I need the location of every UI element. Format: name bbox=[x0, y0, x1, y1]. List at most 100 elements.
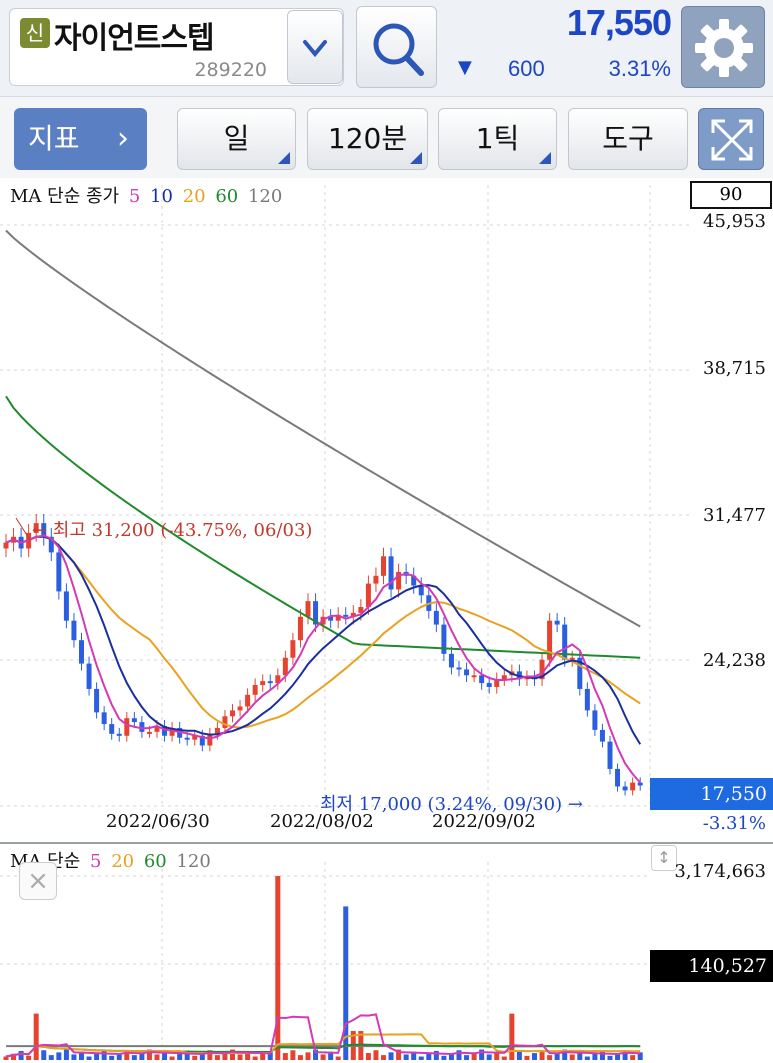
volume-bar bbox=[418, 1056, 424, 1060]
candle-body bbox=[63, 591, 69, 621]
volume-bar bbox=[63, 1049, 69, 1060]
current-price-marker: 17,550 bbox=[650, 778, 773, 810]
date-axis-label: 2022/09/02 bbox=[432, 811, 536, 832]
volume-bar bbox=[33, 1013, 39, 1060]
volume-bars bbox=[3, 876, 643, 1060]
volume-bar bbox=[464, 1055, 470, 1060]
panel-resize-icon[interactable]: ↕ bbox=[651, 845, 677, 871]
zoom-box[interactable]: 90 bbox=[690, 181, 772, 209]
candle-body bbox=[260, 681, 266, 686]
price-axis-label: 31,477 bbox=[703, 505, 766, 526]
candle-body bbox=[305, 601, 311, 617]
current-volume-marker: 140,527 bbox=[650, 950, 773, 982]
search-icon bbox=[373, 23, 424, 76]
volume-bar bbox=[441, 1055, 447, 1060]
dropdown-corner-icon bbox=[278, 152, 290, 164]
candle-body bbox=[86, 663, 92, 689]
candle-body bbox=[101, 712, 107, 725]
candle-body bbox=[343, 614, 349, 617]
fullscreen-button[interactable] bbox=[698, 108, 764, 170]
candle-body bbox=[71, 620, 77, 641]
dropdown-corner-icon bbox=[539, 152, 551, 164]
chevron-right-icon: › bbox=[117, 121, 129, 156]
volume-bar bbox=[486, 1054, 492, 1060]
stock-code: 289220 bbox=[194, 59, 267, 81]
stock-name: 자이언트스텝 bbox=[54, 21, 215, 56]
down-arrow-icon: ▼ bbox=[458, 57, 472, 78]
credit-badge: 신 bbox=[20, 18, 50, 48]
current-price: 17,550 bbox=[566, 2, 672, 43]
volume-bar bbox=[592, 1053, 598, 1060]
candle-body bbox=[418, 585, 424, 596]
settings-button[interactable] bbox=[681, 6, 765, 88]
volume-bar bbox=[388, 1052, 394, 1060]
volume-bar bbox=[335, 1056, 341, 1060]
price-change: 600 bbox=[508, 56, 545, 81]
volume-bar bbox=[516, 1050, 522, 1060]
candle-body bbox=[599, 729, 605, 742]
volume-bar bbox=[532, 1053, 537, 1060]
price-chart[interactable] bbox=[0, 178, 773, 1063]
volume-bar bbox=[320, 1054, 326, 1060]
legend-prefix: MA 단순 종가 bbox=[10, 186, 120, 207]
volume-bar bbox=[101, 1050, 107, 1060]
volume-bar bbox=[297, 1055, 303, 1060]
volume-bar bbox=[26, 1055, 32, 1060]
date-axis-label: 2022/06/30 bbox=[106, 811, 210, 832]
gear-icon bbox=[695, 19, 753, 77]
price-axis-label: 45,953 bbox=[703, 211, 766, 232]
legend-vma20: 20 bbox=[111, 851, 135, 872]
legend-ma10: 10 bbox=[150, 186, 173, 207]
tick-label: 1틱 bbox=[475, 122, 520, 155]
high-pointer bbox=[15, 517, 31, 541]
volume-ma-lines bbox=[5, 1013, 641, 1058]
price-change-pct: 3.31% bbox=[608, 56, 671, 81]
volume-bar bbox=[290, 1050, 296, 1060]
candle-body bbox=[290, 640, 296, 658]
close-volume-panel-button[interactable]: × bbox=[19, 862, 57, 900]
volume-bar bbox=[48, 1055, 54, 1060]
legend-ma120: 120 bbox=[247, 186, 283, 207]
legend-ma20: 20 bbox=[182, 186, 206, 207]
volume-bar bbox=[456, 1050, 462, 1060]
volume-bar bbox=[169, 1056, 175, 1060]
indicator-button[interactable]: 지표 › bbox=[14, 108, 147, 170]
tick-button[interactable]: 1틱 bbox=[438, 108, 557, 170]
candle-body bbox=[615, 768, 621, 787]
period-label: 일 bbox=[223, 122, 250, 155]
candle-body bbox=[94, 688, 100, 713]
tools-button[interactable]: 도구 bbox=[568, 108, 688, 170]
ma20-line bbox=[5, 535, 641, 729]
candle-body bbox=[381, 556, 386, 576]
volume-bar bbox=[154, 1054, 160, 1060]
volume-bar bbox=[426, 1053, 432, 1060]
interval-120min-button[interactable]: 120분 bbox=[307, 108, 428, 170]
panel-divider[interactable] bbox=[0, 842, 773, 844]
stock-dropdown-button[interactable] bbox=[287, 10, 343, 84]
candle-body bbox=[245, 694, 251, 707]
candle-body bbox=[464, 669, 470, 676]
period-day-button[interactable]: 일 bbox=[177, 108, 296, 170]
expand-icon bbox=[711, 119, 753, 161]
volume-bar bbox=[305, 1052, 311, 1060]
candle-body bbox=[252, 685, 258, 695]
volume-bar bbox=[18, 1050, 24, 1060]
candle-body bbox=[365, 583, 371, 608]
candle-body bbox=[230, 710, 235, 717]
candle-body bbox=[637, 782, 643, 786]
search-button[interactable] bbox=[356, 6, 437, 88]
volume-bar bbox=[403, 1054, 409, 1060]
legend-ma60: 60 bbox=[215, 186, 239, 207]
candle-body bbox=[222, 716, 228, 728]
interval-label: 120분 bbox=[327, 122, 408, 155]
volume-bar bbox=[599, 1050, 605, 1060]
volume-bar bbox=[509, 1013, 515, 1060]
price-axis-label: 38,715 bbox=[703, 358, 766, 379]
volume-bar bbox=[547, 1055, 553, 1060]
candle-body bbox=[131, 718, 137, 723]
volume-bar bbox=[109, 1055, 115, 1060]
volume-bar bbox=[86, 1056, 92, 1060]
dropdown-corner-icon bbox=[410, 152, 422, 164]
candle-body bbox=[297, 616, 303, 641]
volume-bar bbox=[94, 1053, 100, 1060]
